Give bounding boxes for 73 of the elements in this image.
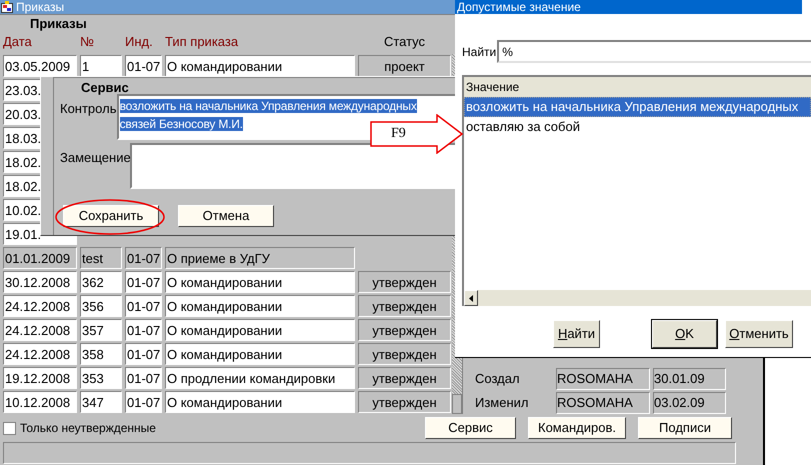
window-icon — [1, 1, 13, 13]
table-cell: 30.12.2008 — [3, 271, 77, 293]
table-cell: 03.05.2009 — [3, 55, 77, 77]
table-cell: О командировании — [165, 295, 355, 317]
table-cell: 01-07 — [125, 271, 162, 293]
table-cell: 01-07 — [125, 367, 162, 389]
table-cell: 01.01.2009 — [3, 247, 77, 269]
table-cell: 01-07 — [125, 343, 162, 365]
checkbox[interactable] — [3, 422, 16, 434]
table-cell: проект — [358, 55, 451, 77]
column-header: Статус — [384, 33, 426, 52]
left-arrow-icon — [469, 294, 473, 302]
table-cell: 10.12.2008 — [3, 391, 77, 413]
table-cell: О командировании — [165, 319, 355, 341]
table-cell: 358 — [80, 343, 122, 365]
table-cell: 24.12.2008 — [3, 295, 77, 317]
column-header: № — [80, 33, 94, 52]
table-cell: 01-07 — [125, 319, 162, 341]
table-cell: О приеме в УдГУ — [165, 247, 355, 269]
table-cell: 357 — [80, 319, 122, 341]
table-cell: О командировании — [165, 391, 355, 413]
field-label: Создал — [475, 370, 521, 388]
scrollbar[interactable] — [464, 290, 811, 306]
button[interactable]: Сохранить — [63, 205, 159, 227]
table-cell: утвержден — [358, 295, 451, 317]
column-header: Дата — [3, 33, 32, 52]
table-cell: утвержден — [358, 367, 451, 389]
table-cell: 01-07 — [125, 247, 162, 269]
search-field[interactable]: % — [497, 40, 811, 63]
button[interactable]: OK — [652, 320, 717, 348]
field-label: Изменил — [475, 394, 530, 412]
button[interactable]: Подписи — [638, 417, 732, 439]
table-cell: утвержден — [358, 391, 451, 413]
table-cell: 24.12.2008 — [3, 343, 77, 365]
list-item[interactable]: возложить на начальника Управления международных — [464, 97, 811, 117]
list-item[interactable]: оставляю за собой — [464, 117, 811, 137]
column-header: Значение — [464, 77, 811, 97]
table-cell: 362 — [80, 271, 122, 293]
table-cell: 24.12.2008 — [3, 319, 77, 341]
dialog-title: Сервис — [81, 81, 129, 94]
table-cell: утвержден — [358, 343, 451, 365]
table-cell: 347 — [80, 391, 122, 413]
table-cell: 01-07 — [125, 55, 162, 77]
text-field[interactable]: 03.02.09 — [653, 392, 726, 414]
table-cell: test — [80, 247, 122, 269]
text-field[interactable]: ROSOMAHA — [556, 368, 650, 390]
callout-label: F9 — [391, 127, 406, 141]
window-title: Приказы — [16, 1, 64, 13]
checkbox-label: Только неутвержденные — [20, 420, 156, 437]
column-header: Тип приказа — [165, 33, 238, 52]
text-field[interactable]: 30.01.09 — [653, 368, 726, 390]
search-label: Найти — [462, 44, 496, 60]
table-cell: О продлении командировки — [165, 367, 355, 389]
table-cell: 01-07 — [125, 391, 162, 413]
table-cell: О командировании — [165, 55, 355, 77]
table-cell: 353 — [80, 367, 122, 389]
button[interactable]: Найти — [553, 320, 600, 348]
table-cell: 356 — [80, 295, 122, 317]
table-cell: утвержден — [358, 319, 451, 341]
button[interactable]: Командиров. — [528, 417, 626, 439]
table-cell: 19.12.2008 — [3, 367, 77, 389]
table-cell: утвержден — [358, 271, 451, 293]
button[interactable]: Отменить — [725, 320, 793, 348]
text-field[interactable]: ROSOMAHA — [556, 392, 650, 414]
table-cell: О командировании — [165, 271, 355, 293]
table-cell: О командировании — [165, 343, 355, 365]
column-header: Инд. — [125, 33, 153, 52]
button[interactable]: Отмена — [178, 205, 274, 227]
table-cell: 1 — [80, 55, 122, 77]
button[interactable]: Сервис — [425, 417, 516, 439]
table-cell: 01-07 — [125, 295, 162, 317]
table-title: Приказы — [30, 17, 87, 30]
dialog-title: Допустимые значение — [457, 1, 581, 13]
